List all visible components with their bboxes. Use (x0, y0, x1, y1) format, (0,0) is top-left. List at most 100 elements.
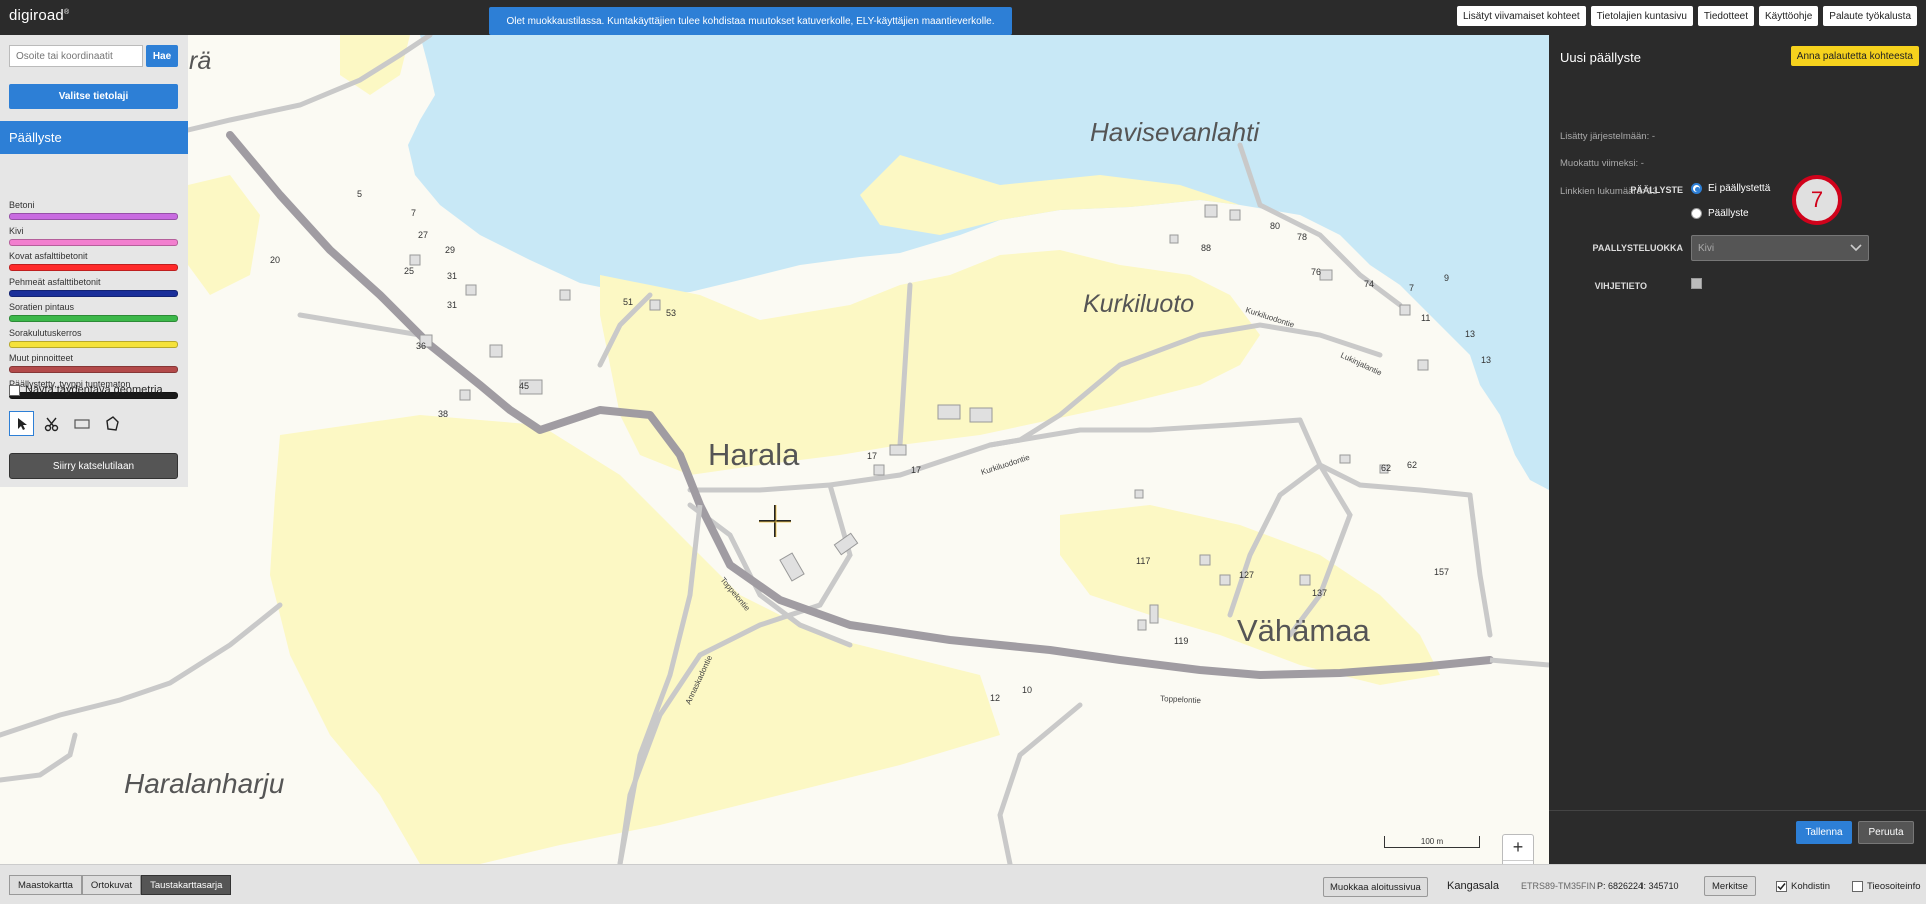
rectangle-icon (73, 418, 90, 429)
modified-info: Muokattu viimeksi: - (1560, 158, 1644, 169)
house-number: 80 (1270, 221, 1281, 231)
legend-color-bar (9, 213, 178, 220)
crosshair-marker (759, 505, 791, 537)
save-button[interactable]: Tallenna (1796, 821, 1852, 844)
edit-start-page-button[interactable]: Muokkaa aloitussivua (1323, 877, 1428, 897)
map-view[interactable]: Kurkiluodontie Lukinjalantie Kurkiluodon… (0, 35, 1549, 864)
house-number: 45 (519, 381, 530, 391)
basemap-ortho[interactable]: Ortokuvat (81, 875, 142, 895)
house-number: 62 (1407, 460, 1418, 470)
radio-no-surface-dot[interactable] (1691, 183, 1702, 194)
legend-item-label: Muut pinnoitteet (9, 353, 74, 363)
bottom-bar: Maastokartta Ortokuvat Taustakarttasarja… (0, 864, 1926, 904)
legend-item: Muut pinnoitteet (9, 353, 178, 373)
radio-surface-label: Päällyste (1708, 208, 1749, 219)
rectangle-tool[interactable] (69, 411, 94, 436)
zoom-in-button[interactable]: + (1503, 835, 1533, 861)
house-number: 137 (1312, 588, 1328, 598)
top-bar: digiroad® Olet muokkaustilassa. Kuntakäy… (0, 0, 1926, 35)
legend-item-label: Pehmeät asfalttibetonit (9, 276, 101, 287)
house-number: 38 (438, 409, 449, 419)
surface-class-select[interactable]: Kivi (1691, 235, 1869, 261)
link-announcements[interactable]: Tiedotteet (1697, 6, 1755, 26)
search-button[interactable]: Hae (146, 45, 178, 67)
legend-color-bar (9, 238, 178, 246)
legend-item-label: Soratien pintaus (9, 302, 75, 312)
legend-item: Betoni (9, 200, 178, 220)
house-number: 13 (1481, 355, 1492, 365)
edit-mode-notice: Olet muokkaustilassa. Kuntakäyttäjien tu… (489, 7, 1012, 35)
polygon-icon (105, 415, 119, 431)
house-number: 53 (666, 308, 677, 318)
road-info-toggle[interactable]: Tieosoiteinfo (1852, 881, 1921, 892)
polygon-tool[interactable] (99, 411, 124, 436)
house-number: 157 (1434, 567, 1450, 577)
step-badge: 7 (1792, 175, 1842, 225)
mark-button[interactable]: Merkitse (1704, 876, 1756, 896)
select-tool[interactable] (9, 411, 34, 436)
cut-tool[interactable] (39, 411, 64, 436)
coordinate-p: P: 6826224 (1597, 881, 1644, 891)
house-number: 74 (1364, 279, 1375, 289)
basemap-background[interactable]: Taustakarttasarja (141, 875, 232, 895)
radio-surface-dot[interactable] (1691, 208, 1702, 219)
coordinate-system: ETRS89-TM35FIN (1521, 881, 1596, 891)
house-number: 36 (416, 341, 427, 351)
place-label-kurkiluoto: Kurkiluoto (1083, 290, 1195, 318)
legend-color-bar (9, 315, 178, 322)
crosshair-checkbox[interactable] (1776, 881, 1787, 892)
zoom-control: + − (1502, 834, 1534, 864)
legend-item: Soratien pintaus (9, 302, 178, 322)
added-info: Lisätty järjestelmään: - (1560, 131, 1656, 142)
switch-to-view-mode-button[interactable]: Siirry katselutilaan (9, 453, 178, 479)
house-number: 51 (623, 297, 634, 307)
house-number: 31 (447, 271, 458, 281)
show-geometry-label: Näytä täydentävä geometria (25, 384, 163, 396)
surface-class-value: Kivi (1698, 242, 1715, 254)
place-label-vahamaa: Vähämaa (1237, 613, 1370, 648)
place-label-haralanharju: Haralanharju (124, 768, 285, 799)
field-area (270, 415, 1000, 864)
legend-color-bar (9, 264, 178, 271)
hint-checkbox[interactable] (1691, 278, 1702, 289)
road-info-label: Tieosoiteinfo (1867, 881, 1921, 892)
house-number: 29 (445, 245, 456, 255)
house-number: 119 (1174, 636, 1189, 646)
crosshair-label: Kohdistin (1791, 881, 1831, 892)
link-user-guide[interactable]: Käyttöohje (1759, 6, 1819, 26)
link-municipality-page[interactable]: Tietolajien kuntasivu (1590, 6, 1693, 26)
left-panel: Hae Valitse tietolaji Päällyste Betoni Ki… (0, 35, 188, 487)
legend-item: Pehmeät asfalttibetonit (9, 277, 178, 297)
logo-text: digiroad (9, 7, 64, 24)
legend-item-label: Sorakulutuskerros (9, 327, 82, 338)
basemap-terrain[interactable]: Maastokartta (9, 875, 82, 895)
top-links: Lisätyt viivamaiset kohteet Tietolajien … (1456, 6, 1917, 26)
panel-title: Uusi päällyste (1560, 50, 1641, 65)
show-geometry-row[interactable]: Näytä täydentävä geometria (9, 384, 163, 396)
link-feedback[interactable]: Palaute työkalusta (1823, 6, 1917, 26)
road-info-checkbox[interactable] (1852, 881, 1863, 892)
place-label-harala: Harala (708, 437, 800, 472)
select-layer-button[interactable]: Valitse tietolaji (9, 84, 178, 109)
show-geometry-checkbox[interactable] (9, 384, 20, 396)
hint-field-label: VIHJETIETO (1594, 281, 1647, 291)
scale-bar: 100 m (1384, 836, 1480, 848)
place-label-havisevanlahti: Havisevanlahti (1090, 117, 1260, 147)
house-number: 11 (1421, 313, 1431, 323)
house-number: 9 (1444, 273, 1450, 283)
feedback-button[interactable]: Anna palautetta kohteesta (1790, 46, 1919, 66)
search-input[interactable] (9, 45, 143, 67)
crosshair-toggle[interactable]: Kohdistin (1776, 881, 1830, 892)
pointer-icon (17, 417, 27, 430)
legend-color-bar (9, 366, 178, 373)
legend-item: Kovat asfalttibetonit (9, 251, 178, 271)
house-number: 20 (270, 255, 281, 265)
radio-no-surface[interactable]: Ei päällystettä (1691, 183, 1770, 194)
link-added-linear-objects[interactable]: Lisätyt viivamaiset kohteet (1456, 6, 1586, 26)
radio-surface[interactable]: Päällyste (1691, 208, 1749, 219)
cancel-button[interactable]: Peruuta (1858, 821, 1914, 844)
basemap-switcher: Maastokartta Ortokuvat Taustakarttasarja (9, 875, 232, 895)
house-number: 76 (1311, 267, 1322, 277)
road-name-label: Kurkiluodontie (980, 453, 1032, 477)
digiroad-logo[interactable]: digiroad® (9, 7, 69, 24)
